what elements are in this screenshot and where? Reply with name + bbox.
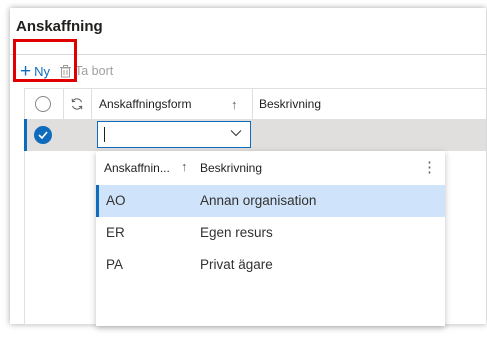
- grid-header: Anskaffningsform ↑ Beskrivning: [24, 88, 486, 120]
- column-divider: [91, 89, 92, 119]
- delete-button-label: Ta bort: [75, 64, 114, 78]
- more-options-icon[interactable]: ⋮: [422, 158, 437, 176]
- row-accent-bar: [24, 119, 27, 151]
- checkmark-icon: [38, 131, 48, 139]
- row-checkbox[interactable]: [34, 126, 52, 144]
- refresh-icon: [71, 98, 83, 110]
- item-code: AO: [106, 193, 126, 208]
- sort-arrow: ↑: [231, 96, 238, 112]
- page-title: Anskaffning: [16, 18, 103, 35]
- item-code: PA: [106, 257, 124, 272]
- lookup-dropdown: Anskaffnin... ↑ Beskrivning ⋮ AO Annan o…: [96, 151, 445, 326]
- list-item[interactable]: PA Privat ägare: [96, 249, 445, 281]
- table-row-selected[interactable]: [24, 119, 486, 151]
- column-header-anskaffningsform[interactable]: Anskaffningsform: [99, 89, 192, 119]
- column-header-beskrivning[interactable]: Beskrivning: [259, 89, 321, 119]
- row-accent-bar: [96, 185, 99, 217]
- circle-icon: [35, 96, 51, 112]
- list-item[interactable]: AO Annan organisation: [96, 185, 445, 217]
- item-code: ER: [106, 225, 125, 240]
- dropdown-column-anskaffningsform[interactable]: Anskaffnin...: [104, 161, 170, 175]
- chevron-down-icon[interactable]: [230, 129, 242, 137]
- sort-ascending-icon[interactable]: ↑: [181, 159, 188, 174]
- column-label: Beskrivning: [259, 97, 322, 111]
- sort-ascending-icon[interactable]: ↑: [231, 89, 238, 119]
- dropdown-column-beskrivning[interactable]: Beskrivning: [200, 161, 262, 175]
- item-description: Annan organisation: [200, 193, 317, 208]
- item-description: Egen resurs: [200, 225, 273, 240]
- select-all-checkbox[interactable]: [35, 89, 51, 119]
- column-label: Anskaffningsform: [99, 97, 192, 111]
- anskaffningsform-combobox[interactable]: [97, 121, 251, 148]
- dropdown-header: Anskaffnin... ↑ Beskrivning ⋮: [96, 151, 445, 186]
- list-item[interactable]: ER Egen resurs: [96, 217, 445, 249]
- refresh-button[interactable]: [70, 89, 84, 119]
- item-description: Privat ägare: [200, 257, 273, 272]
- title-divider: [10, 54, 486, 55]
- column-divider: [63, 89, 64, 119]
- highlight-box: [13, 39, 77, 82]
- text-cursor: [104, 127, 105, 142]
- column-divider: [252, 89, 253, 119]
